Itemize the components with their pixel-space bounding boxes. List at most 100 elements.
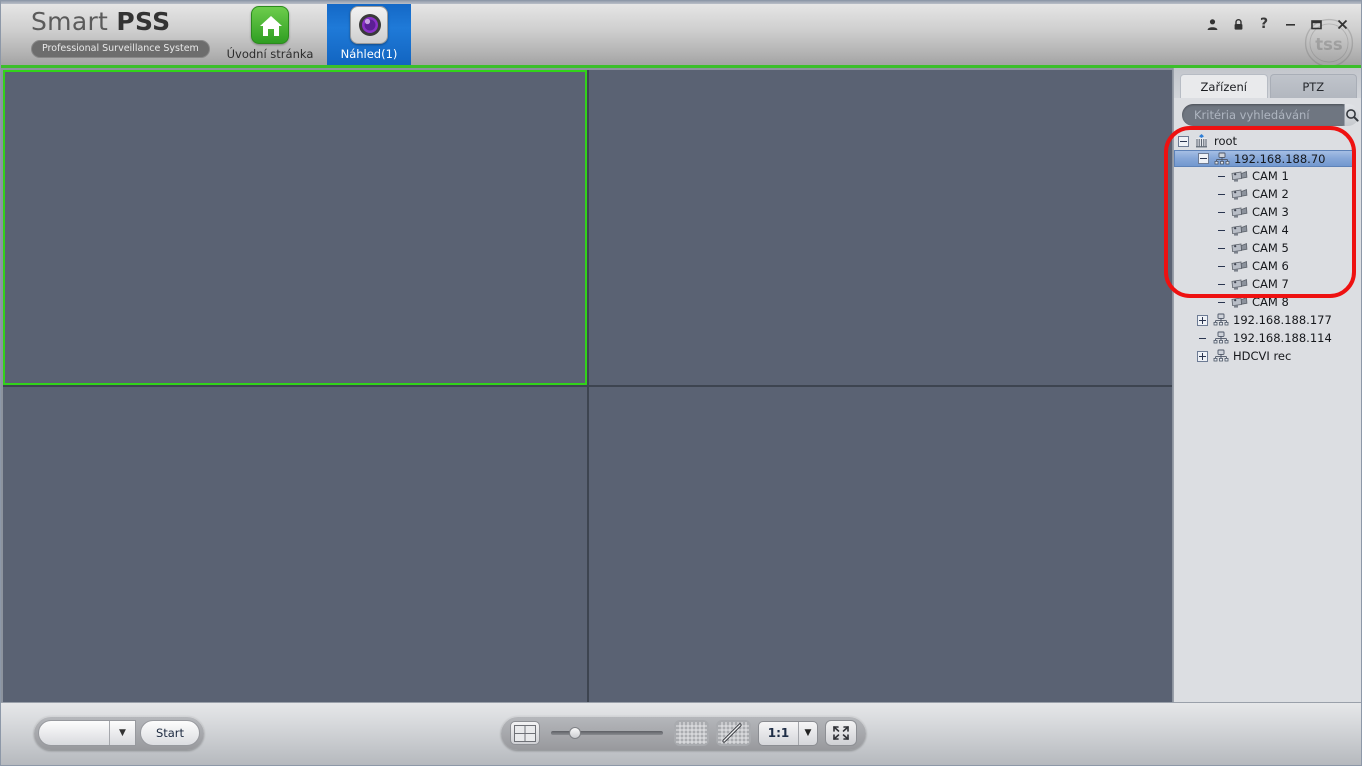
- window-controls: ?: [1199, 11, 1355, 37]
- video-cell-1[interactable]: [3, 70, 587, 385]
- view-control-group: 1:1 ▼: [501, 716, 866, 750]
- chevron-down-icon[interactable]: ▼: [109, 721, 135, 745]
- slider-knob[interactable]: [569, 727, 581, 739]
- tree-item[interactable]: HDCVI rec: [1174, 347, 1361, 365]
- tree-item[interactable]: CAM 3: [1174, 203, 1361, 221]
- search-box: [1182, 104, 1359, 126]
- tree-item-label: CAM 2: [1252, 187, 1289, 201]
- tree-item[interactable]: CAM 6: [1174, 257, 1361, 275]
- camera-icon: [1231, 295, 1248, 309]
- camera-icon: [1231, 187, 1248, 201]
- lock-icon[interactable]: [1225, 11, 1251, 37]
- tree-item-label: CAM 5: [1252, 241, 1289, 255]
- tree-item[interactable]: CAM 7: [1174, 275, 1361, 293]
- slider-track: [551, 731, 663, 735]
- fullscreen-icon[interactable]: [825, 720, 857, 746]
- tree-item[interactable]: CAM 5: [1174, 239, 1361, 257]
- device-panel-tabs: Zařízení PTZ: [1174, 68, 1361, 98]
- search-icon[interactable]: [1344, 104, 1359, 126]
- tree-expander-placeholder: [1216, 189, 1227, 200]
- video-cell-2[interactable]: [588, 70, 1172, 385]
- tree-item-label: HDCVI rec: [1233, 349, 1292, 363]
- tree-item-label: CAM 8: [1252, 295, 1289, 309]
- help-icon[interactable]: ?: [1251, 11, 1277, 37]
- tree-item[interactable]: CAM 2: [1174, 185, 1361, 203]
- tour-control-group: ▼ Start: [34, 716, 204, 750]
- tree-item[interactable]: CAM 1: [1174, 167, 1361, 185]
- camera-icon: [1231, 277, 1248, 291]
- brand-title: Smart PSS: [31, 7, 231, 36]
- tree-item-label: CAM 4: [1252, 223, 1289, 237]
- tree-expander-placeholder: [1216, 297, 1227, 308]
- nav-tab-home[interactable]: Úvodní stránka: [227, 1, 313, 65]
- device-icon: [1213, 152, 1230, 166]
- app-header: Smart PSS Professional Surveillance Syst…: [1, 1, 1361, 68]
- tree-item[interactable]: CAM 8: [1174, 293, 1361, 311]
- tree-item-label: 192.168.188.70: [1234, 151, 1326, 166]
- camera-icon: [1231, 169, 1248, 183]
- bottom-toolbar: ▼ Start 1:1 ▼: [1, 702, 1361, 765]
- expand-plus-icon[interactable]: [1197, 350, 1208, 362]
- grid-pencil-icon[interactable]: [716, 720, 751, 746]
- tree-expander-placeholder: [1216, 225, 1227, 236]
- tree-expander-placeholder: [1216, 243, 1227, 254]
- main-window: Smart PSS Professional Surveillance Syst…: [0, 0, 1362, 766]
- user-icon[interactable]: [1199, 11, 1225, 37]
- collapse-minus-icon[interactable]: [1198, 153, 1209, 164]
- device-tree[interactable]: root 192.168.188.70 CAM 1 CAM 2 CAM 3 CAM 4 CA…: [1174, 131, 1361, 702]
- split-2x2-icon[interactable]: [510, 721, 540, 745]
- device-icon: [1212, 331, 1229, 345]
- tab-devices-label: Zařízení: [1200, 79, 1247, 94]
- video-cell-3[interactable]: [3, 387, 587, 702]
- video-cell-4[interactable]: [588, 387, 1172, 702]
- start-button[interactable]: Start: [140, 720, 200, 746]
- tree-item[interactable]: 192.168.188.114: [1174, 329, 1361, 347]
- brand-title-bold: PSS: [116, 7, 171, 36]
- tree-item-label: CAM 1: [1252, 169, 1289, 183]
- tree-item[interactable]: 192.168.188.70: [1174, 150, 1353, 167]
- brand-title-light: Smart: [31, 7, 117, 36]
- svg-text:tss: tss: [1315, 35, 1343, 54]
- tour-combo[interactable]: ▼: [38, 720, 136, 746]
- camera-icon: [1231, 223, 1248, 237]
- search-area: [1174, 98, 1361, 131]
- tree-item-label: root: [1214, 134, 1238, 148]
- video-wall: [1, 68, 1173, 702]
- home-icon: [251, 6, 289, 44]
- tree-expander-placeholder: [1216, 171, 1227, 182]
- device-icon: [1212, 313, 1229, 327]
- tree-item[interactable]: 192.168.188.177: [1174, 311, 1361, 329]
- tree-expander-placeholder: [1216, 207, 1227, 218]
- tree-item[interactable]: root: [1174, 132, 1361, 150]
- device-icon: [1212, 349, 1229, 363]
- device-panel: Zařízení PTZ root192.168.188.70CAM 1CAM: [1164, 68, 1361, 702]
- tab-devices[interactable]: Zařízení: [1180, 74, 1268, 98]
- zoom-select-value: 1:1: [767, 726, 790, 740]
- main-body: Zařízení PTZ root192.168.188.70CAM 1CAM: [1, 68, 1361, 702]
- tree-item-label: CAM 7: [1252, 277, 1289, 291]
- expand-plus-icon[interactable]: [1197, 314, 1208, 326]
- search-input[interactable]: [1182, 108, 1344, 122]
- grid-icon[interactable]: [674, 720, 709, 746]
- tab-ptz-label: PTZ: [1302, 79, 1325, 94]
- nav-tab-preview-label: Náhled(1): [340, 47, 398, 61]
- collapse-minus-icon[interactable]: [1178, 135, 1189, 147]
- tree-item-label: CAM 6: [1252, 259, 1289, 273]
- preview-camera-icon: [350, 6, 388, 44]
- nav-tab-preview[interactable]: Náhled(1): [327, 1, 411, 65]
- chevron-down-icon[interactable]: ▼: [798, 721, 817, 745]
- video-grid: [3, 70, 1172, 702]
- maximize-icon[interactable]: [1303, 11, 1329, 37]
- tree-item-label: 192.168.188.177: [1233, 313, 1332, 327]
- tab-ptz[interactable]: PTZ: [1269, 74, 1357, 98]
- close-icon[interactable]: [1329, 11, 1355, 37]
- app-branding: Smart PSS Professional Surveillance Syst…: [31, 7, 231, 58]
- zoom-select[interactable]: 1:1 ▼: [758, 720, 818, 746]
- tree-expander-placeholder: [1216, 261, 1227, 272]
- tree-item-label: 192.168.188.114: [1233, 331, 1332, 345]
- tree-item[interactable]: CAM 4: [1174, 221, 1361, 239]
- minimize-icon[interactable]: [1277, 11, 1303, 37]
- camera-icon: [1231, 205, 1248, 219]
- tree-item-label: CAM 3: [1252, 205, 1289, 219]
- volume-slider[interactable]: [547, 721, 667, 745]
